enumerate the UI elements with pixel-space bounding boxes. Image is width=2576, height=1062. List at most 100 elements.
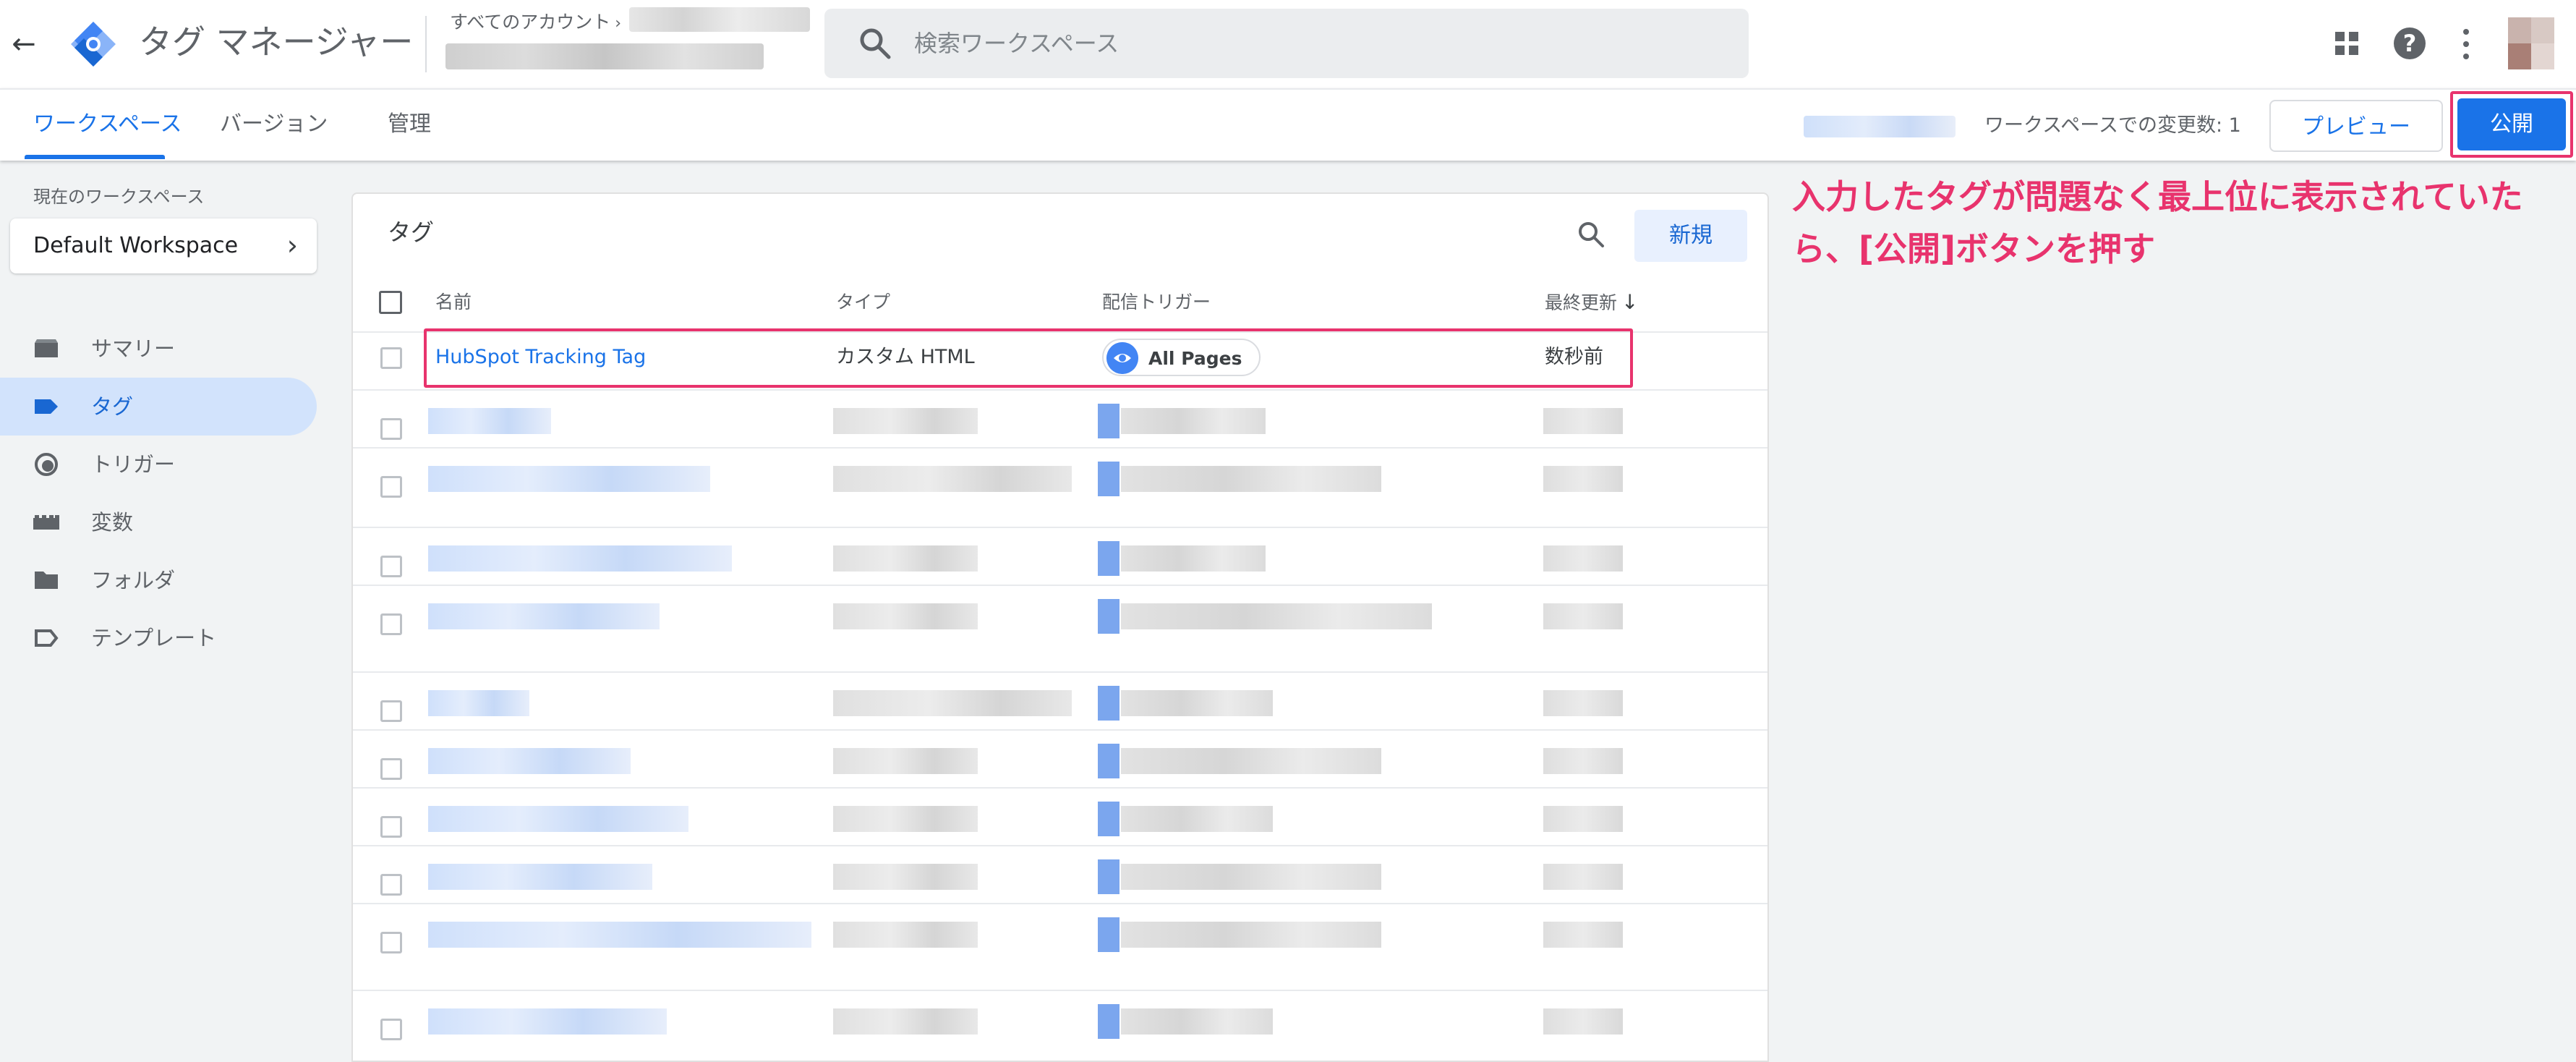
column-header-trigger[interactable]: 配信トリガー (1102, 289, 1211, 315)
sidebar-item-label: サマリー (91, 336, 176, 361)
redacted-tag-name[interactable] (428, 748, 631, 774)
more-vert-icon[interactable] (2459, 26, 2473, 62)
sidebar-item-variables[interactable]: 変数 (0, 493, 317, 551)
row-checkbox[interactable] (380, 556, 402, 577)
row-checkbox[interactable] (380, 932, 402, 953)
redacted-last-edited (1543, 864, 1623, 890)
section-tab-bar: ワークスペース バージョン 管理 ワークスペースでの変更数: 1 プレビュー 公… (0, 88, 2576, 161)
row-checkbox[interactable] (380, 1019, 402, 1040)
app-title: タグ マネージャー (139, 22, 414, 61)
tag-icon (35, 399, 58, 414)
left-navigation: 現在のワークスペース Default Workspace › サマリー タグ ト… (0, 159, 340, 1062)
search-icon (860, 28, 891, 59)
row-checkbox[interactable] (380, 700, 402, 722)
apps-grid-icon[interactable] (2332, 29, 2361, 58)
help-icon[interactable]: ? (2394, 27, 2426, 59)
tab-versions[interactable]: バージョン (220, 109, 328, 140)
redacted-trigger-icon (1098, 917, 1119, 952)
row-checkbox[interactable] (380, 758, 402, 780)
redacted-trigger-name (1121, 466, 1381, 492)
tab-admin[interactable]: 管理 (388, 109, 431, 140)
avatar[interactable] (2508, 17, 2554, 69)
redacted-tag-name[interactable] (428, 408, 551, 434)
tags-table-card: タグ 新規 名前 タイプ 配信トリガー 最終更新 ↓ HubSpot Tracki… (351, 192, 1769, 1062)
folder-icon (35, 572, 58, 589)
redacted-last-edited (1543, 466, 1623, 492)
redacted-trigger-icon (1098, 802, 1119, 836)
arrow-down-icon: ↓ (1621, 290, 1639, 314)
row-divider (353, 845, 1767, 846)
redacted-tag-type (833, 864, 978, 890)
new-tag-button[interactable]: 新規 (1634, 210, 1747, 262)
workspace-search[interactable]: 検索ワークスペース (824, 9, 1749, 78)
redacted-tag-name[interactable] (428, 603, 660, 629)
sidebar-item-label: フォルダ (91, 568, 176, 592)
sidebar-item-folders[interactable]: フォルダ (0, 551, 317, 609)
redacted-trigger-icon (1098, 1004, 1119, 1039)
redacted-trigger-name (1121, 603, 1432, 629)
sidebar-item-label: 変数 (91, 510, 134, 535)
row-checkbox[interactable] (380, 874, 402, 896)
redacted-trigger-name (1121, 748, 1381, 774)
redacted-last-edited (1543, 603, 1623, 629)
redacted-tag-type (833, 748, 978, 774)
redacted-trigger-name (1121, 1008, 1273, 1035)
row-checkbox[interactable] (380, 418, 402, 440)
redacted-trigger-name (1121, 408, 1266, 434)
row-divider (353, 903, 1767, 904)
active-tab-indicator (25, 155, 165, 159)
redacted-tag-type (833, 1008, 978, 1035)
redacted-account-name (629, 7, 810, 32)
redacted-tag-name[interactable] (428, 922, 811, 948)
account-label: すべてのアカウント (450, 12, 611, 33)
search-placeholder: 検索ワークスペース (914, 30, 1119, 57)
gtm-logo-icon[interactable] (69, 20, 117, 68)
variables-icon (33, 515, 59, 530)
chevron-right-icon: › (286, 229, 298, 261)
redacted-container-name[interactable] (445, 43, 764, 69)
row-checkbox[interactable] (380, 347, 402, 369)
redacted-tag-type (833, 603, 978, 629)
column-header-name[interactable]: 名前 (435, 289, 472, 315)
column-header-label: 最終更新 (1545, 292, 1618, 313)
row-divider (353, 527, 1767, 528)
redacted-trigger-name (1121, 922, 1381, 948)
account-breadcrumb[interactable]: すべてのアカウント › (450, 10, 621, 36)
column-header-type[interactable]: タイプ (836, 289, 890, 315)
row-divider (353, 990, 1767, 991)
sidebar-item-summary[interactable]: サマリー (0, 320, 317, 378)
sidebar-item-templates[interactable]: テンプレート (0, 609, 317, 667)
row-checkbox[interactable] (380, 476, 402, 498)
column-header-last-edited[interactable]: 最終更新 ↓ (1545, 289, 1638, 316)
redacted-last-edited (1543, 1008, 1623, 1035)
annotation-line: 入力したタグが問題なく最上位に表示されていた (1792, 177, 2523, 216)
redacted-tag-name[interactable] (428, 864, 652, 890)
select-all-checkbox[interactable] (379, 291, 402, 314)
redacted-trigger-name (1121, 690, 1273, 716)
redacted-tag-name[interactable] (428, 806, 688, 832)
redacted-tag-name[interactable] (428, 690, 529, 716)
redacted-tag-name[interactable] (428, 1008, 667, 1035)
sidebar-item-label: タグ (91, 394, 134, 419)
publish-button[interactable]: 公開 (2457, 98, 2566, 150)
template-icon (35, 629, 59, 647)
annotation-line: ら、[公開]ボタンを押す (1792, 229, 2156, 268)
tab-workspace[interactable]: ワークスペース (33, 109, 182, 140)
redacted-trigger-name (1121, 806, 1273, 832)
preview-button[interactable]: プレビュー (2269, 100, 2443, 152)
sidebar-item-tags[interactable]: タグ (0, 378, 317, 436)
sidebar-item-triggers[interactable]: トリガー (0, 436, 317, 493)
row-checkbox[interactable] (380, 613, 402, 635)
search-icon[interactable] (1575, 218, 1607, 250)
redacted-trigger-icon (1098, 686, 1119, 721)
redacted-tag-type (833, 466, 1072, 492)
redacted-trigger-icon (1098, 859, 1119, 894)
redacted-trigger-name (1121, 864, 1381, 890)
redacted-last-edited (1543, 408, 1623, 434)
redacted-tag-name[interactable] (428, 545, 732, 572)
redacted-trigger-icon (1098, 404, 1119, 438)
row-checkbox[interactable] (380, 816, 402, 838)
redacted-tag-name[interactable] (428, 466, 710, 492)
arrow-left-icon[interactable]: ← (6, 26, 42, 62)
workspace-selector[interactable]: Default Workspace › (10, 218, 317, 273)
